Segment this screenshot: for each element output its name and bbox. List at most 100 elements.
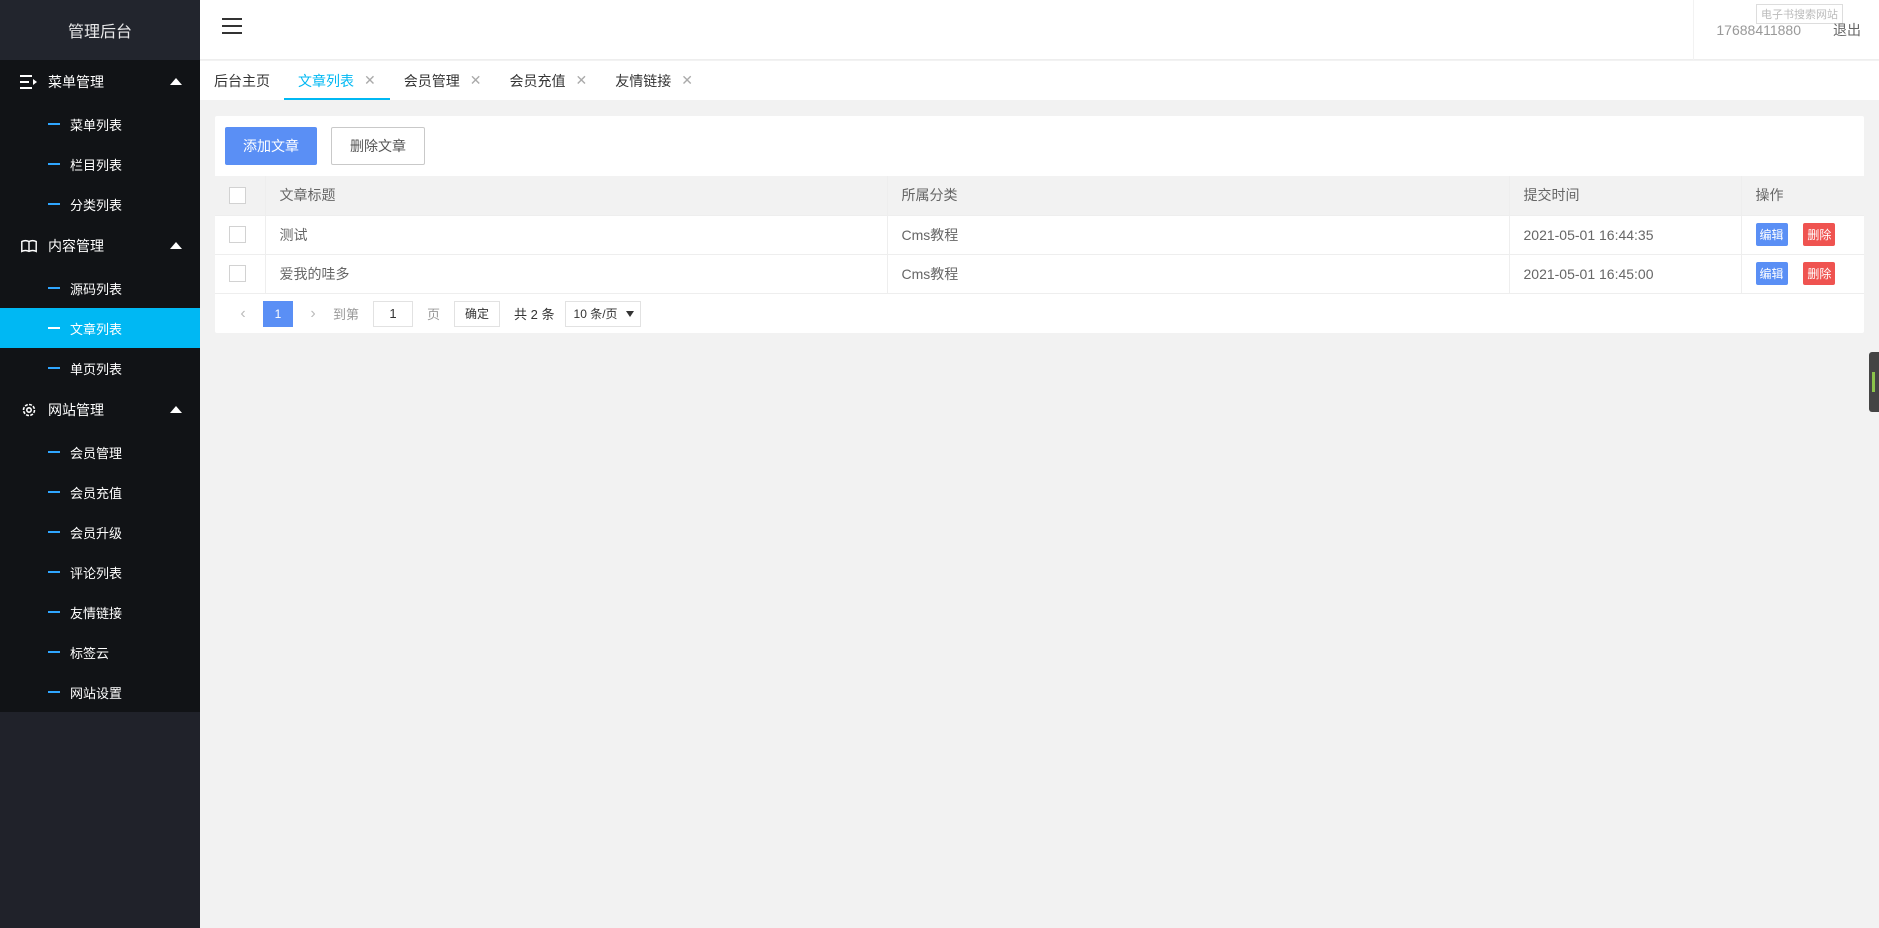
prev-page-icon[interactable]: ‹: [229, 305, 257, 323]
menu-group-content-manage[interactable]: 内容管理: [0, 224, 200, 268]
column-header-category: 所属分类: [887, 176, 1510, 216]
tab-member-recharge[interactable]: 会员充值 ✕: [495, 61, 601, 100]
next-page-icon[interactable]: ›: [299, 305, 327, 323]
column-header-time: 提交时间: [1509, 176, 1742, 216]
user-area: 17688411880 退出: [1693, 0, 1879, 60]
close-icon[interactable]: ✕: [575, 72, 587, 89]
close-icon[interactable]: ✕: [681, 72, 693, 89]
toolbar: 添加文章 删除文章: [215, 116, 1864, 176]
caret-up-icon: [170, 242, 182, 249]
menu-group-label: 网站管理: [48, 402, 104, 418]
dash-icon: [48, 531, 60, 533]
dash-icon: [48, 651, 60, 653]
dash-icon: [48, 491, 60, 493]
sidebar-item-source-list[interactable]: 源码列表: [0, 268, 200, 308]
menu-group-label: 内容管理: [48, 238, 104, 254]
dash-icon: [48, 571, 60, 573]
sidebar-item-category-list[interactable]: 分类列表: [0, 184, 200, 224]
table-row: 爱我的哇多 Cms教程 2021-05-01 16:45:00 编辑 删除: [215, 254, 1864, 294]
article-card: 添加文章 删除文章 文章标题 所属分类 提交时间 操作 测试 Cms教程 202…: [215, 116, 1864, 333]
dash-icon: [48, 163, 60, 165]
sidebar-item-label: 单页列表: [70, 361, 123, 377]
caret-down-icon: [625, 310, 634, 317]
article-table: 文章标题 所属分类 提交时间 操作 测试 Cms教程 2021-05-01 16…: [215, 176, 1864, 294]
sidebar-item-column-list[interactable]: 栏目列表: [0, 144, 200, 184]
side-drawer-handle[interactable]: [1869, 352, 1879, 412]
logo: 管理后台: [0, 0, 200, 60]
sidebar-item-label: 网站设置: [70, 685, 123, 701]
tab-label: 后台主页: [214, 72, 270, 89]
sidebar-item-menu-list[interactable]: 菜单列表: [0, 104, 200, 144]
tab-label: 友情链接: [615, 72, 672, 89]
close-icon[interactable]: ✕: [364, 72, 376, 89]
caret-up-icon: [170, 78, 182, 85]
cell-title: 爱我的哇多: [265, 254, 888, 294]
dash-icon: [48, 611, 60, 613]
list-icon: [20, 73, 38, 91]
sidebar: 管理后台 菜单管理 菜单列表 栏目列表 分类列表 内容管理 源码列表 文章列表 …: [0, 0, 200, 928]
sidebar-item-tag-cloud[interactable]: 标签云: [0, 632, 200, 672]
page-size-value: 10 条/页: [573, 307, 618, 321]
delete-article-button[interactable]: 删除文章: [331, 127, 425, 165]
dash-icon: [48, 327, 60, 329]
header: 电子书搜索网站 17688411880 退出: [200, 0, 1879, 60]
tab-label: 文章列表: [298, 72, 354, 89]
goto-page-input[interactable]: 1: [373, 300, 414, 327]
select-all-checkbox[interactable]: [229, 187, 246, 205]
book-icon: [20, 237, 38, 255]
sidebar-item-label: 会员升级: [70, 525, 123, 541]
sidebar-item-label: 栏目列表: [70, 157, 123, 173]
sidebar-item-member-upgrade[interactable]: 会员升级: [0, 512, 200, 552]
column-header-actions: 操作: [1741, 176, 1864, 216]
sidebar-item-friend-links[interactable]: 友情链接: [0, 592, 200, 632]
delete-button[interactable]: 删除: [1803, 223, 1836, 246]
dash-icon: [48, 287, 60, 289]
table-header-row: 文章标题 所属分类 提交时间 操作: [215, 176, 1864, 216]
menu-group-menu-manage[interactable]: 菜单管理: [0, 60, 200, 104]
dash-icon: [48, 203, 60, 205]
sidebar-item-label: 会员充值: [70, 485, 123, 501]
sidebar-item-member-manage[interactable]: 会员管理: [0, 432, 200, 472]
gear-icon: [20, 401, 38, 419]
column-header-title: 文章标题: [265, 176, 888, 216]
edit-button[interactable]: 编辑: [1755, 223, 1788, 246]
page-label: 页: [427, 307, 441, 322]
dash-icon: [48, 367, 60, 369]
delete-button[interactable]: 删除: [1803, 262, 1836, 285]
sidebar-item-page-list[interactable]: 单页列表: [0, 348, 200, 388]
dash-icon: [48, 123, 60, 125]
edit-button[interactable]: 编辑: [1755, 262, 1788, 285]
goto-confirm-button[interactable]: 确定: [454, 300, 501, 327]
user-name[interactable]: 17688411880: [1693, 0, 1823, 60]
add-article-button[interactable]: 添加文章: [225, 127, 317, 165]
tab-label: 会员管理: [403, 72, 460, 89]
total-count: 共 2 条: [514, 307, 555, 322]
pagination: ‹ 1 › 到第 1 页 确定 共 2 条 10 条/页: [215, 294, 1864, 334]
page-size-select[interactable]: 10 条/页: [564, 300, 641, 327]
sidebar-item-label: 菜单列表: [70, 117, 123, 133]
page-current[interactable]: 1: [263, 300, 293, 327]
row-checkbox[interactable]: [229, 265, 246, 283]
sidebar-item-label: 文章列表: [70, 321, 123, 337]
menu-toggle-icon[interactable]: [222, 18, 242, 36]
sidebar-item-comment-list[interactable]: 评论列表: [0, 552, 200, 592]
menu-group-site-manage[interactable]: 网站管理: [0, 388, 200, 432]
sidebar-item-label: 友情链接: [70, 605, 123, 621]
sidebar-item-label: 标签云: [70, 645, 110, 661]
tab-member-manage[interactable]: 会员管理 ✕: [390, 61, 496, 100]
close-icon[interactable]: ✕: [470, 72, 482, 89]
cell-time: 2021-05-01 16:44:35: [1509, 215, 1742, 255]
tab-article-list[interactable]: 文章列表 ✕: [284, 61, 390, 100]
tab-home[interactable]: 后台主页: [200, 61, 284, 100]
tab-friend-links[interactable]: 友情链接 ✕: [601, 61, 707, 100]
sidebar-item-label: 源码列表: [70, 281, 123, 297]
sidebar-item-article-list[interactable]: 文章列表: [0, 308, 200, 348]
goto-label: 到第: [333, 307, 360, 322]
sidebar-menu: 菜单管理 菜单列表 栏目列表 分类列表 内容管理 源码列表 文章列表 单页列表 …: [0, 60, 200, 712]
tab-bar: 后台主页 文章列表 ✕ 会员管理 ✕ 会员充值 ✕ 友情链接 ✕: [200, 61, 1879, 101]
row-checkbox[interactable]: [229, 226, 246, 244]
sidebar-item-member-recharge[interactable]: 会员充值: [0, 472, 200, 512]
dash-icon: [48, 451, 60, 453]
logout-link[interactable]: 退出: [1823, 20, 1879, 40]
sidebar-item-site-settings[interactable]: 网站设置: [0, 672, 200, 712]
